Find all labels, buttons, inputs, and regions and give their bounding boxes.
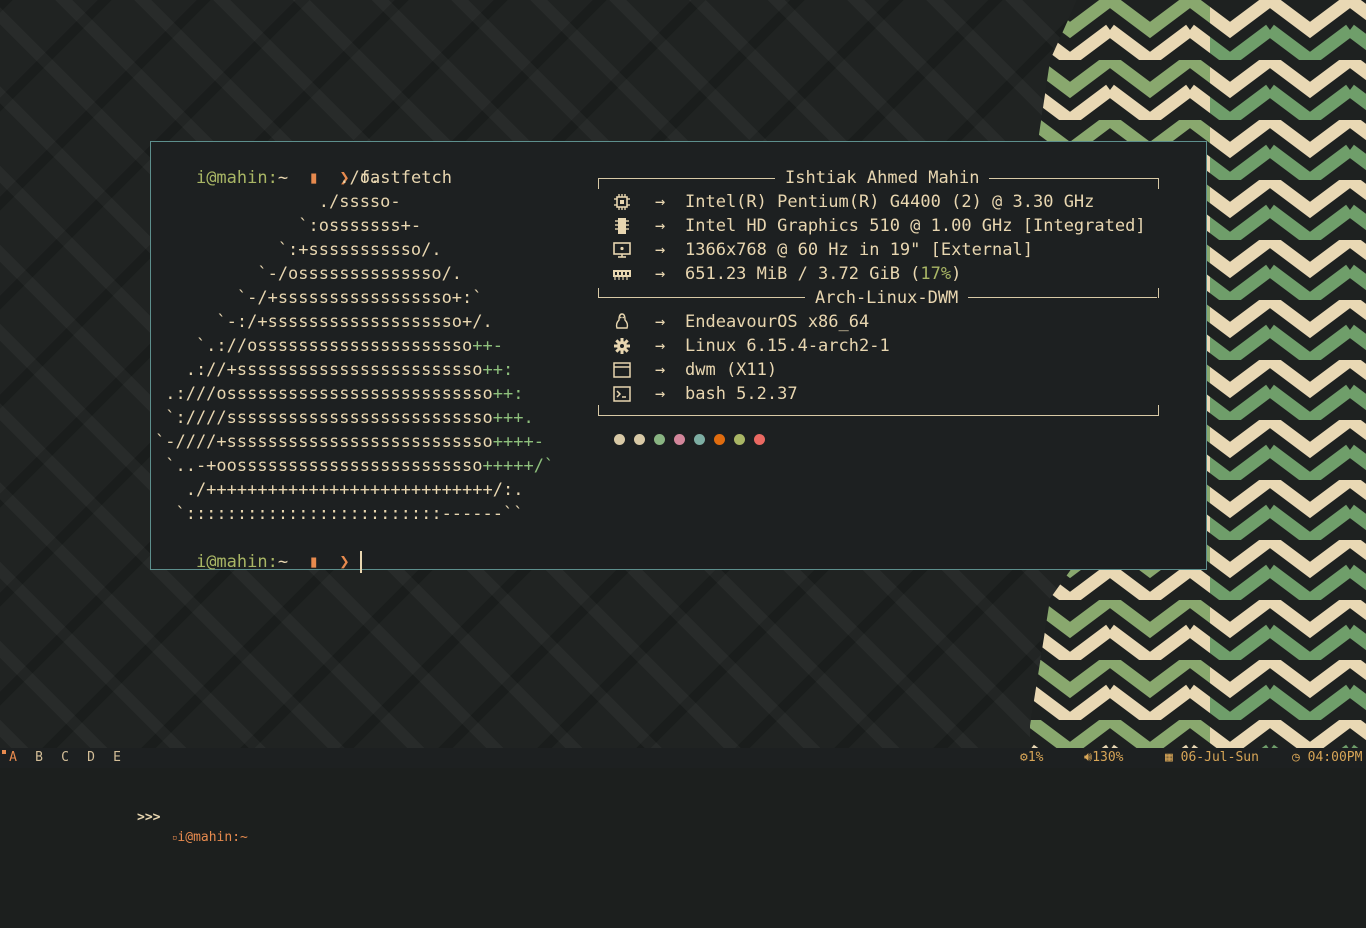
logo-line: `-/ossssssssssssso/.: [155, 264, 463, 284]
arrow-icon: →: [655, 312, 666, 332]
tag-label: E: [113, 750, 121, 765]
window-title: ▫i@mahin:~: [172, 828, 248, 848]
palette-swatch: [734, 434, 745, 445]
palette-swatch: [654, 434, 665, 445]
display-icon: [613, 241, 631, 259]
logo-line: .://+ssssssssssssssssssssssso++:: [155, 360, 514, 380]
palette-swatch: [694, 434, 705, 445]
logo-line: `-/+sssssssssssssssso+:`: [155, 288, 483, 308]
terminal-icon: [613, 385, 631, 403]
logo-line: `..-+oossssssssssssssssssssssso+++++/`: [155, 456, 555, 476]
time-status: ◷ 04:00PM: [1292, 748, 1362, 768]
tag-label: A: [9, 750, 17, 765]
logo-line: ./sssso-: [155, 192, 401, 212]
tag-label: B: [35, 750, 43, 765]
occupied-marker: [2, 750, 6, 754]
prompt-arrow-icon: ❯: [339, 552, 350, 572]
info-footer-frame: [598, 405, 1159, 416]
cpu-value: 1%: [1027, 750, 1044, 765]
time-value: 04:00PM: [1307, 750, 1363, 765]
tag-e[interactable]: E: [104, 748, 130, 768]
arrow-icon: →: [655, 192, 666, 212]
arrow-icon: →: [655, 336, 666, 356]
logo-line: .:///ossssssssssssssssssssssssso++:: [155, 384, 524, 404]
memory-icon: [613, 265, 631, 283]
info-value: bash 5.2.37: [685, 384, 798, 404]
gpu-icon: [613, 217, 631, 235]
tag-label: C: [61, 750, 69, 765]
tag-d[interactable]: D: [78, 748, 104, 768]
cpu-icon: ⚙: [1020, 750, 1028, 765]
linux-icon: [613, 313, 631, 331]
logo-line: `-////+ssssssssssssssssssssssssso++++-: [155, 432, 544, 452]
tag-a[interactable]: A: [0, 748, 26, 768]
arrow-icon: →: [655, 240, 666, 260]
logo-line: `:////ssssssssssssssssssssssssso+++.: [155, 408, 534, 428]
palette-swatch: [674, 434, 685, 445]
logo-line: `:+sssssssssso/.: [155, 240, 442, 260]
calendar-icon: ▦: [1165, 750, 1181, 765]
folder-icon: ▮: [308, 552, 319, 572]
logo-line: `-:/+sssssssssssssssssso+/.: [155, 312, 493, 332]
logo-line: `.://osssssssssssssssssssso++-: [155, 336, 503, 356]
prompt-user: i@mahin:: [195, 552, 278, 572]
arrow-icon: →: [655, 264, 666, 284]
palette-swatch: [634, 434, 645, 445]
logo-line: `:osssssss+-: [155, 216, 422, 236]
info-value: 1366x768 @ 60 Hz in 19" [External]: [685, 240, 1033, 260]
logo-line: ./++++++++++++++++++++++++++++/:.: [155, 480, 524, 500]
date-status: ▦ 06-Jul-Sun: [1165, 748, 1259, 768]
tag-c[interactable]: C: [52, 748, 78, 768]
palette-swatch: [614, 434, 625, 445]
speaker-icon: 🔊︎: [1084, 750, 1093, 765]
volume-value: 130%: [1092, 750, 1124, 765]
arrow-icon: →: [655, 360, 666, 380]
logo-line: ./o.: [155, 168, 381, 188]
window-icon: [613, 361, 631, 379]
window-title-text: i@mahin:~: [177, 830, 248, 845]
date-value: 06-Jul-Sun: [1180, 750, 1259, 765]
info-section-title: Arch-Linux-DWM: [805, 287, 969, 309]
volume-status[interactable]: 🔊︎130%: [1084, 748, 1124, 768]
cpu-status: ⚙1%: [1020, 748, 1043, 768]
gear-icon: [613, 337, 631, 355]
text-cursor[interactable]: [359, 551, 362, 573]
status-bar: A B C D E >>> ▫i@mahin:~ ⚙1% 🔊︎130% ▦ 06-Jul…: [0, 748, 1366, 845]
info-value: Linux 6.15.4-arch2-1: [685, 336, 890, 356]
palette-swatch: [714, 434, 725, 445]
logo-line: `:::::::::::::::::::::::::------``: [155, 504, 524, 524]
prompt-line-2: i@mahin:~ ▮ ❯: [155, 526, 362, 573]
palette-swatch: [754, 434, 765, 445]
cpu-icon: [613, 193, 631, 211]
info-header-title: Ishtiak Ahmed Mahin: [775, 167, 990, 189]
info-value: 651.23 MiB / 3.72 GiB (17%): [685, 264, 962, 284]
tag-label: D: [87, 750, 95, 765]
info-value: Intel HD Graphics 510 @ 1.00 GHz [Integr…: [685, 216, 1146, 236]
terminal-window[interactable]: i@mahin:~ ▮ ❯ fastfetch ./o. ./sssso- `:…: [150, 141, 1207, 573]
info-value: dwm (X11): [685, 360, 778, 380]
arrow-icon: →: [655, 216, 666, 236]
prompt-line-1: i@mahin:~ ▮ ❯ fastfetch: [155, 142, 452, 188]
tag-b[interactable]: B: [26, 748, 52, 768]
prompt-dir: ~: [277, 552, 289, 572]
info-value: EndeavourOS x86_64: [685, 312, 870, 332]
clock-icon: ◷: [1292, 750, 1308, 765]
arrow-icon: →: [655, 384, 666, 404]
layout-indicator[interactable]: >>>: [137, 808, 160, 828]
info-value: Intel(R) Pentium(R) G4400 (2) @ 3.30 GHz: [685, 192, 1095, 212]
